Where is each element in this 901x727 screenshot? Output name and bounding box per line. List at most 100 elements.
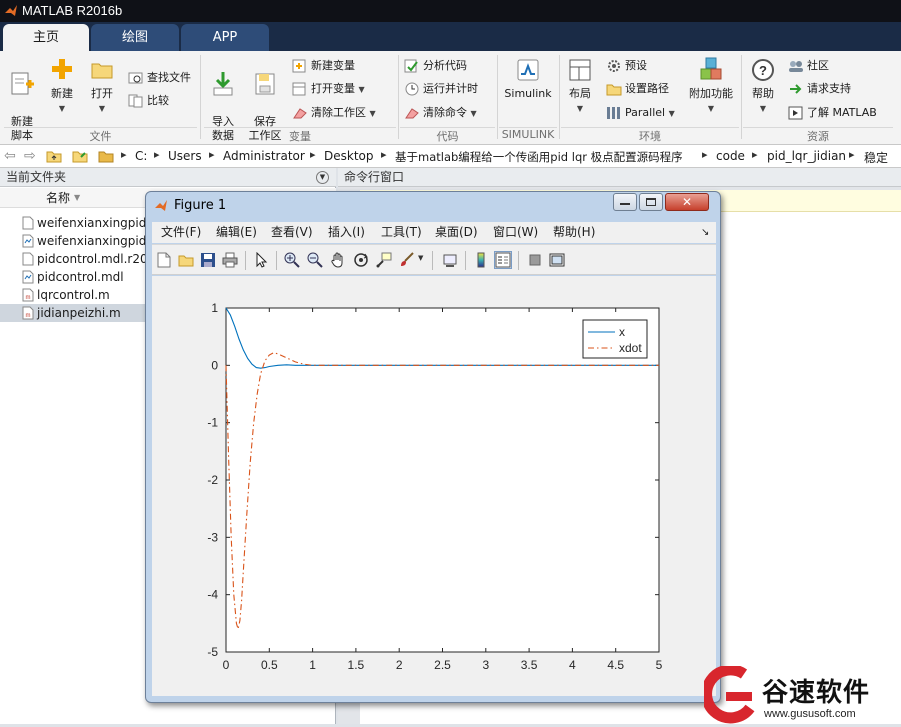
menu-tools[interactable]: 工具(T) bbox=[381, 222, 422, 243]
m-file-icon: m bbox=[22, 288, 34, 302]
forward-arrow-icon[interactable]: ⇨ bbox=[24, 148, 36, 164]
window-titlebar: MATLAB R2016b bbox=[0, 0, 901, 22]
figure-window: Figure 1 ✕ 文件(F) 编辑(E) 查看(V) 插入(I) 工具(T)… bbox=[145, 191, 721, 703]
new-variable-button[interactable]: 新建变量 bbox=[292, 56, 355, 76]
rotate-3d-icon[interactable] bbox=[353, 252, 369, 268]
addons-button[interactable]: 附加功能 ▼ bbox=[686, 56, 736, 116]
x-tick-label: 1 bbox=[309, 658, 316, 672]
crumb-project-folder[interactable]: 基于matlab编程给一个传函用pid lqr 极点配置源码程序 bbox=[395, 149, 683, 165]
crumb-stable[interactable]: 稳定 bbox=[864, 149, 888, 166]
minimize-button[interactable] bbox=[613, 193, 637, 211]
print-icon[interactable] bbox=[222, 252, 238, 268]
crumb-c-drive[interactable]: C: bbox=[135, 149, 147, 163]
file-item[interactable]: pidcontrol.mdl.r20 bbox=[22, 250, 148, 268]
tab-home[interactable]: 主页 bbox=[3, 24, 89, 51]
open-variable-button[interactable]: 打开变量 ▼ bbox=[292, 79, 365, 99]
simulink-button[interactable]: Simulink bbox=[502, 56, 554, 101]
help-button[interactable]: ? 帮助 ▼ bbox=[746, 56, 780, 116]
open-file-icon[interactable] bbox=[178, 252, 194, 268]
crumb-desktop[interactable]: Desktop bbox=[324, 149, 374, 163]
menu-edit[interactable]: 编辑(E) bbox=[216, 222, 257, 243]
legend-label-x: x bbox=[619, 325, 625, 339]
x-tick-label: 2 bbox=[396, 658, 403, 672]
maximize-icon bbox=[646, 198, 656, 206]
clear-commands-button[interactable]: 清除命令 ▼ bbox=[404, 103, 477, 123]
preferences-button[interactable]: 预设 bbox=[606, 56, 647, 76]
legend[interactable]: x xdot bbox=[582, 319, 648, 359]
line-chart[interactable]: 0 0.5 1 1.5 2 2.5 3 3.5 4 4.5 5 1 0 -1 -2 -3 -4 -5 x xdot bbox=[152, 276, 716, 696]
data-cursor-icon[interactable] bbox=[376, 252, 392, 268]
file-name: pidcontrol.mdl bbox=[37, 270, 124, 284]
brush-icon[interactable] bbox=[399, 252, 415, 268]
parallel-button[interactable]: Parallel ▼ bbox=[606, 103, 675, 123]
parallel-dropdown-icon[interactable]: ▼ bbox=[669, 109, 675, 118]
run-and-time-button[interactable]: 运行并计时 bbox=[404, 79, 478, 99]
menu-dock-icon[interactable]: ↘ bbox=[701, 222, 709, 243]
layout-button[interactable]: 布局 ▼ bbox=[564, 56, 596, 116]
code-group-label: 代码 bbox=[436, 130, 459, 143]
file-item-selected[interactable]: m jidianpeizhi.m bbox=[0, 304, 148, 322]
clear-commands-dropdown-icon[interactable]: ▼ bbox=[471, 109, 477, 118]
legend-label-xdot: xdot bbox=[619, 341, 642, 355]
compare-button[interactable]: 比较 bbox=[128, 91, 169, 111]
save-icon[interactable] bbox=[200, 252, 216, 268]
up-folder-icon[interactable] bbox=[46, 149, 62, 163]
compare-label: 比较 bbox=[147, 94, 169, 107]
open-variable-icon bbox=[292, 82, 306, 96]
back-arrow-icon[interactable]: ⇦ bbox=[4, 148, 16, 164]
clear-workspace-button[interactable]: 清除工作区 ▼ bbox=[292, 103, 376, 123]
zoom-out-icon[interactable] bbox=[307, 252, 323, 268]
tab-apps[interactable]: APP bbox=[181, 24, 269, 51]
clear-workspace-dropdown-icon[interactable]: ▼ bbox=[370, 109, 376, 118]
crumb-users[interactable]: Users bbox=[168, 149, 202, 163]
crumb-code[interactable]: code bbox=[716, 149, 745, 163]
pan-hand-icon[interactable] bbox=[330, 252, 346, 268]
command-window-title: 命令行窗口 bbox=[344, 170, 405, 184]
analyze-code-button[interactable]: 分析代码 bbox=[404, 56, 467, 76]
ribbon-tabs: 主页 绘图 APP bbox=[0, 22, 901, 51]
request-support-button[interactable]: 请求支持 bbox=[788, 79, 851, 99]
menu-insert[interactable]: 插入(I) bbox=[328, 222, 365, 243]
menu-desktop[interactable]: 桌面(D) bbox=[435, 222, 478, 243]
file-item[interactable]: weifenxianxingpid bbox=[22, 214, 148, 232]
find-files-button[interactable]: 查找文件 bbox=[128, 68, 191, 88]
new-figure-icon[interactable] bbox=[156, 252, 172, 268]
new-button[interactable]: 新建 ▼ bbox=[46, 56, 78, 116]
insert-colorbar-icon[interactable] bbox=[473, 252, 489, 268]
community-button[interactable]: 社区 bbox=[788, 56, 829, 76]
menu-help[interactable]: 帮助(H) bbox=[553, 222, 595, 243]
close-button[interactable]: ✕ bbox=[665, 193, 709, 211]
open-button[interactable]: 打开 ▼ bbox=[86, 56, 118, 116]
file-item[interactable]: m lqrcontrol.m bbox=[22, 286, 148, 304]
browse-folder-icon[interactable] bbox=[72, 149, 88, 163]
crumb-separator-icon: ▸ bbox=[849, 148, 855, 161]
insert-legend-icon[interactable] bbox=[494, 251, 512, 269]
file-item[interactable]: pidcontrol.mdl bbox=[22, 268, 148, 286]
column-name-header[interactable]: 名称 bbox=[46, 188, 70, 208]
x-tick-label: 4 bbox=[569, 658, 576, 672]
menu-view[interactable]: 查看(V) bbox=[271, 222, 313, 243]
y-tick-label: -3 bbox=[207, 530, 218, 544]
maximize-button[interactable] bbox=[639, 193, 663, 211]
crumb-administrator[interactable]: Administrator bbox=[223, 149, 305, 163]
brush-dropdown-icon[interactable]: ▼ bbox=[418, 254, 423, 262]
set-path-button[interactable]: 设置路径 bbox=[606, 79, 669, 99]
clear-commands-label: 清除命令 bbox=[423, 106, 467, 119]
pointer-arrow-icon[interactable] bbox=[253, 252, 269, 268]
hide-plot-tools-icon[interactable] bbox=[527, 252, 543, 268]
show-plot-tools-icon[interactable] bbox=[549, 252, 565, 268]
crumb-pid-lqr-jidian[interactable]: pid_lqr_jidian bbox=[767, 149, 846, 163]
open-variable-dropdown-icon[interactable]: ▼ bbox=[359, 85, 365, 94]
menu-window[interactable]: 窗口(W) bbox=[493, 222, 538, 243]
new-variable-label: 新建变量 bbox=[311, 59, 355, 72]
menu-file[interactable]: 文件(F) bbox=[161, 222, 201, 243]
link-plot-icon[interactable] bbox=[442, 252, 458, 268]
panel-actions-icon[interactable]: ▼ bbox=[316, 171, 329, 184]
file-item[interactable]: weifenxianxingpid bbox=[22, 232, 148, 250]
tab-plots[interactable]: 绘图 bbox=[91, 24, 179, 51]
group-separator bbox=[559, 55, 560, 139]
learn-matlab-button[interactable]: 了解 MATLAB bbox=[788, 103, 877, 123]
sort-arrow-icon[interactable]: ▼ bbox=[74, 188, 80, 208]
analyze-code-icon bbox=[404, 59, 418, 73]
zoom-in-icon[interactable] bbox=[284, 252, 300, 268]
